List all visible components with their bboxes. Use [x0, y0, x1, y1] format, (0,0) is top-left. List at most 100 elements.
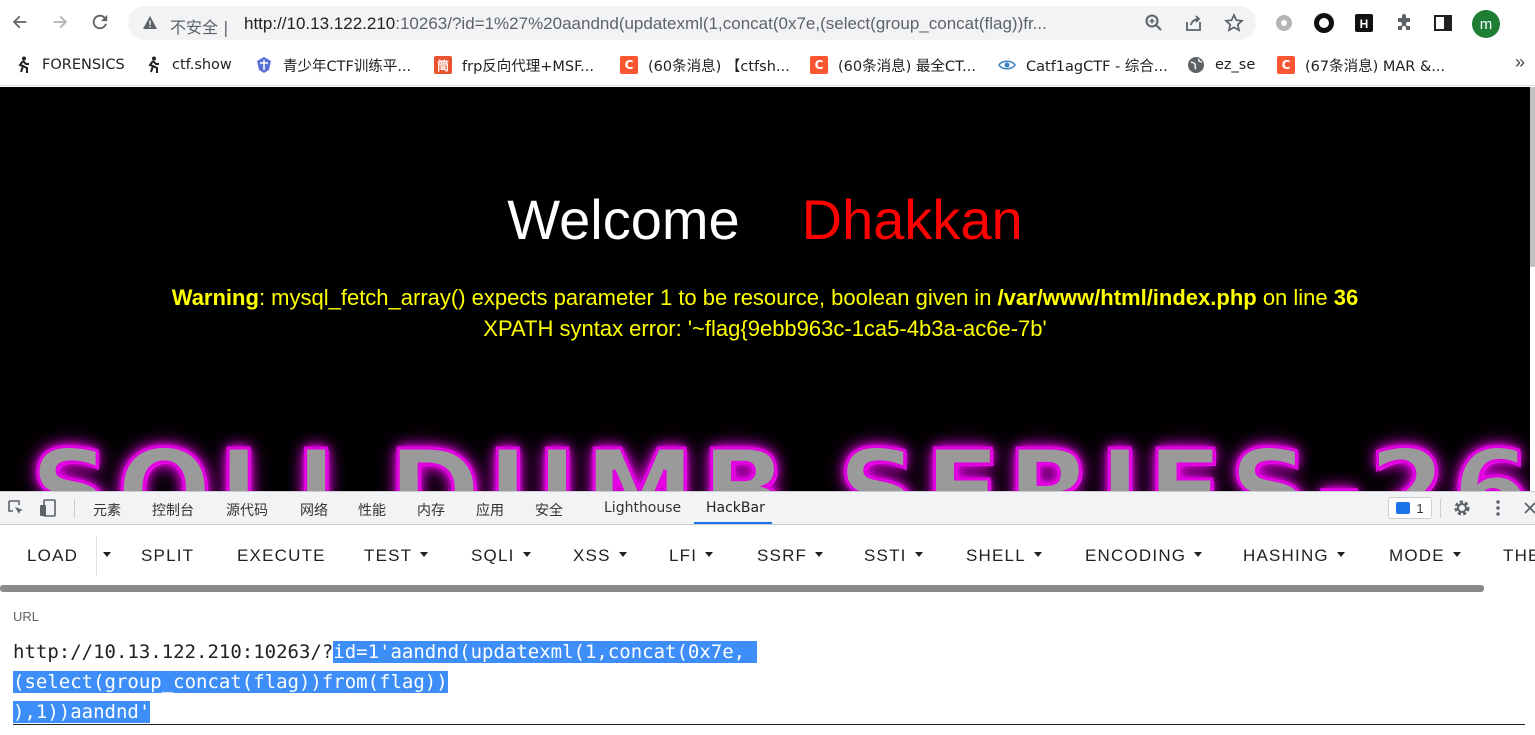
- issues-count: 1: [1416, 500, 1424, 516]
- zoom-icon[interactable]: [1144, 13, 1164, 33]
- close-icon[interactable]: [1520, 498, 1535, 518]
- caret-down-icon: [705, 552, 714, 558]
- caret-down-icon: [103, 552, 111, 558]
- insecure-label: 不安全 |: [170, 18, 229, 37]
- arrow-right-icon: [53, 15, 68, 29]
- inspect-icon[interactable]: [6, 498, 26, 518]
- caret-down-icon: [1336, 552, 1345, 558]
- divider: [74, 499, 75, 518]
- hackbar-split-button[interactable]: SPLIT: [141, 546, 194, 566]
- series-banner: SQLI DUMB SERIES-26: [28, 426, 1530, 492]
- hackbar-ssti-menu[interactable]: SSTI: [864, 546, 923, 566]
- star-icon[interactable]: [1224, 13, 1244, 33]
- tab-console[interactable]: 控制台: [152, 500, 194, 520]
- page-scrollbar[interactable]: [1530, 87, 1535, 267]
- hackbar-ssrf-menu[interactable]: SSRF: [757, 546, 824, 566]
- chevron-right-icon[interactable]: »: [1515, 52, 1525, 73]
- issues-button[interactable]: 1: [1388, 497, 1432, 519]
- sidepanel-icon[interactable]: [1432, 12, 1454, 34]
- warning-triangle-icon: [143, 16, 157, 29]
- hackbar-test-menu[interactable]: TEST: [364, 546, 429, 566]
- tab-memory[interactable]: 内存: [417, 500, 445, 520]
- hackbar-shell-menu[interactable]: SHELL: [966, 546, 1042, 566]
- bookmarks-bar: FORENSICS ctf.show 青少年CTF训练平... 简 frp反向代…: [0, 46, 1535, 86]
- bookmark-ez-se[interactable]: ez_se: [1187, 54, 1255, 76]
- tab-network[interactable]: 网络: [300, 500, 328, 520]
- globe-icon: [1187, 56, 1205, 74]
- bookmark-forensics[interactable]: FORENSICS: [14, 54, 125, 76]
- tab-elements[interactable]: 元素: [93, 500, 121, 520]
- warning-line-number: 36: [1333, 285, 1359, 310]
- hackbar-hashing-menu[interactable]: HASHING: [1243, 546, 1345, 566]
- hackbar-horizontal-scrollbar[interactable]: [0, 585, 1484, 592]
- devtools-panel: 元素 控制台 源代码 网络 性能 内存 应用 安全 Lighthouse Hac…: [0, 491, 1535, 735]
- shield-icon: [255, 56, 273, 74]
- warning-label: Warning: [171, 285, 259, 310]
- bookmark-ctfshow[interactable]: ctf.show: [144, 54, 232, 76]
- hackbar-sqli-menu[interactable]: SQLI: [471, 546, 531, 566]
- extension-gear-icon[interactable]: [1273, 12, 1295, 34]
- bookmark-frp[interactable]: 简 frp反向代理+MSF...: [434, 54, 594, 76]
- csdn-icon: C: [620, 56, 638, 74]
- url-field-label: URL: [13, 609, 40, 624]
- hackbar-url-input[interactable]: http://10.13.122.210:10263/?id=1'aandnd(…: [13, 637, 1525, 727]
- url-prefix: http://10.13.122.210:10263/?: [13, 641, 334, 663]
- tab-application[interactable]: 应用: [476, 500, 504, 520]
- reload-icon: [92, 14, 108, 30]
- tab-security[interactable]: 安全: [535, 500, 563, 520]
- bookmark-csdn-1[interactable]: C (60条消息) 【ctfsh...: [620, 54, 790, 76]
- back-button[interactable]: [6, 8, 34, 36]
- url-input-underline: [13, 724, 1525, 725]
- runner-icon: [144, 56, 162, 74]
- puzzle-icon[interactable]: [1393, 12, 1415, 34]
- hackbar-theme-menu[interactable]: THE: [1503, 546, 1535, 566]
- hackbar-execute-button[interactable]: EXECUTE: [237, 546, 326, 566]
- hackbar-extension-icon[interactable]: H: [1353, 12, 1375, 34]
- address-bar[interactable]: 不安全 | http://10.13.122.210:10263/?id=1%2…: [128, 6, 1256, 40]
- caret-down-icon: [815, 552, 824, 558]
- php-warning: Warning: mysql_fetch_array() expects par…: [0, 285, 1530, 311]
- caret-down-icon: [1033, 552, 1042, 558]
- kebab-menu-icon[interactable]: [1488, 498, 1508, 518]
- menu-label: SHELL: [966, 546, 1026, 565]
- hackbar-lfi-menu[interactable]: LFI: [669, 546, 714, 566]
- url-selection: ),1))aandnd': [13, 701, 151, 723]
- reload-button[interactable]: [86, 8, 114, 36]
- url-selection: (select(group_concat(flag))from(flag)): [13, 671, 448, 693]
- forward-button[interactable]: [46, 8, 74, 36]
- bookmark-catf1ag[interactable]: Catf1agCTF - 综合...: [998, 54, 1168, 76]
- hackbar-xss-menu[interactable]: XSS: [573, 546, 627, 566]
- tab-performance[interactable]: 性能: [358, 500, 386, 520]
- url-text[interactable]: http://10.13.122.210:10263/?id=1%27%20aa…: [244, 14, 1134, 34]
- share-icon[interactable]: [1184, 13, 1204, 33]
- url-line: http://10.13.122.210:10263/?id=1'aandnd(…: [13, 637, 1525, 667]
- profile-avatar[interactable]: m: [1472, 10, 1500, 38]
- svg-text:H: H: [1360, 17, 1369, 31]
- jian-icon: 简: [434, 56, 452, 74]
- runner-icon: [14, 56, 32, 74]
- url-line: (select(group_concat(flag))from(flag)): [13, 667, 1525, 697]
- welcome-text: Welcome: [507, 188, 740, 251]
- device-toggle-icon[interactable]: [38, 498, 58, 518]
- welcome-name: Dhakkan: [801, 188, 1023, 251]
- bookmark-csdn-3[interactable]: C (67条消息) MAR &...: [1277, 54, 1445, 76]
- bookmark-csdn-2[interactable]: C (60条消息) 最全CT...: [810, 54, 976, 76]
- menu-label: MODE: [1389, 546, 1445, 565]
- bookmark-qsnctf[interactable]: 青少年CTF训练平...: [255, 54, 411, 76]
- tab-hackbar[interactable]: HackBar: [706, 500, 765, 516]
- menu-label: SSRF: [757, 546, 808, 565]
- tab-sources[interactable]: 源代码: [226, 500, 268, 520]
- eye-icon: [998, 56, 1016, 74]
- extension-ring-icon[interactable]: [1313, 12, 1335, 34]
- caret-down-icon: [914, 552, 923, 558]
- caret-down-icon: [522, 552, 531, 558]
- hackbar-mode-menu[interactable]: MODE: [1389, 546, 1461, 566]
- message-icon: [1396, 502, 1411, 514]
- tab-lighthouse[interactable]: Lighthouse: [604, 500, 681, 516]
- hackbar-encoding-menu[interactable]: ENCODING: [1085, 546, 1203, 566]
- hackbar-load-button[interactable]: LOAD: [27, 546, 78, 566]
- hackbar-load-dropdown[interactable]: [103, 546, 111, 566]
- devtools-tabbar: 元素 控制台 源代码 网络 性能 内存 应用 安全 Lighthouse Hac…: [0, 492, 1535, 525]
- settings-gear-icon[interactable]: [1452, 498, 1472, 518]
- arrow-left-icon: [12, 15, 27, 29]
